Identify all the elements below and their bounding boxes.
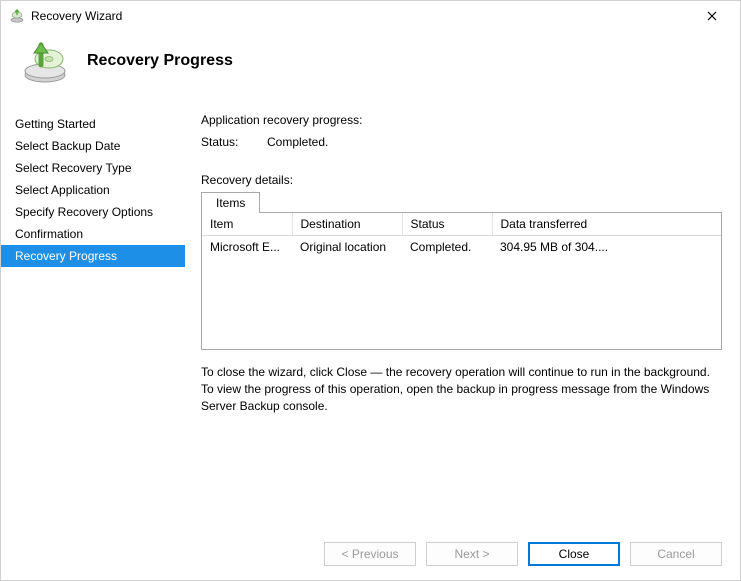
app-icon [9,8,25,24]
recovery-details-label: Recovery details: [201,173,722,187]
step-getting-started[interactable]: Getting Started [1,113,185,135]
cell-destination: Original location [292,236,402,259]
close-hint-text: To close the wizard, click Close — the r… [201,364,722,414]
step-select-application[interactable]: Select Application [1,179,185,201]
step-recovery-progress[interactable]: Recovery Progress [1,245,185,267]
progress-title: Application recovery progress: [201,113,722,127]
wizard-header: Recovery Progress [1,31,740,101]
step-label: Recovery Progress [15,249,117,263]
status-label: Status: [201,135,251,149]
col-header-status[interactable]: Status [402,213,492,236]
button-label: Next > [454,547,489,561]
button-label: Close [559,547,590,561]
wizard-body: Getting Started Select Backup Date Selec… [1,101,740,524]
step-confirmation[interactable]: Confirmation [1,223,185,245]
step-label: Select Backup Date [15,139,120,153]
step-select-backup-date[interactable]: Select Backup Date [1,135,185,157]
button-label: Cancel [657,547,694,561]
tab-items[interactable]: Items [201,192,260,213]
next-button: Next > [426,542,518,566]
cell-item: Microsoft E... [202,236,292,259]
status-value: Completed. [267,135,328,149]
status-row: Status: Completed. [201,135,722,149]
page-heading: Recovery Progress [87,52,233,70]
previous-button: < Previous [324,542,416,566]
details-table: Item Destination Status Data transferred… [201,212,722,350]
recovery-icon [21,37,69,85]
tab-label: Items [216,196,245,210]
step-label: Select Recovery Type [15,161,132,175]
step-label: Getting Started [15,117,96,131]
col-header-destination[interactable]: Destination [292,213,402,236]
step-label: Confirmation [15,227,83,241]
cell-status: Completed. [402,236,492,259]
wizard-main: Application recovery progress: Status: C… [185,101,740,524]
details-tab-container: Items Item Destination Status Data trans… [201,191,722,350]
close-button[interactable]: Close [528,542,620,566]
titlebar: Recovery Wizard [1,1,740,31]
col-header-item[interactable]: Item [202,213,292,236]
cancel-button: Cancel [630,542,722,566]
table-header-row: Item Destination Status Data transferred [202,213,721,236]
tab-strip: Items [201,191,722,212]
button-label: < Previous [341,547,398,561]
cell-data: 304.95 MB of 304.... [492,236,721,259]
step-label: Specify Recovery Options [15,205,153,219]
window-title: Recovery Wizard [31,9,692,23]
window-close-button[interactable] [692,2,732,30]
step-label: Select Application [15,183,110,197]
step-specify-recovery-options[interactable]: Specify Recovery Options [1,201,185,223]
step-select-recovery-type[interactable]: Select Recovery Type [1,157,185,179]
col-header-data[interactable]: Data transferred [492,213,721,236]
table-row[interactable]: Microsoft E... Original location Complet… [202,236,721,259]
wizard-button-row: < Previous Next > Close Cancel [324,542,722,566]
wizard-steps-sidebar: Getting Started Select Backup Date Selec… [1,101,185,524]
